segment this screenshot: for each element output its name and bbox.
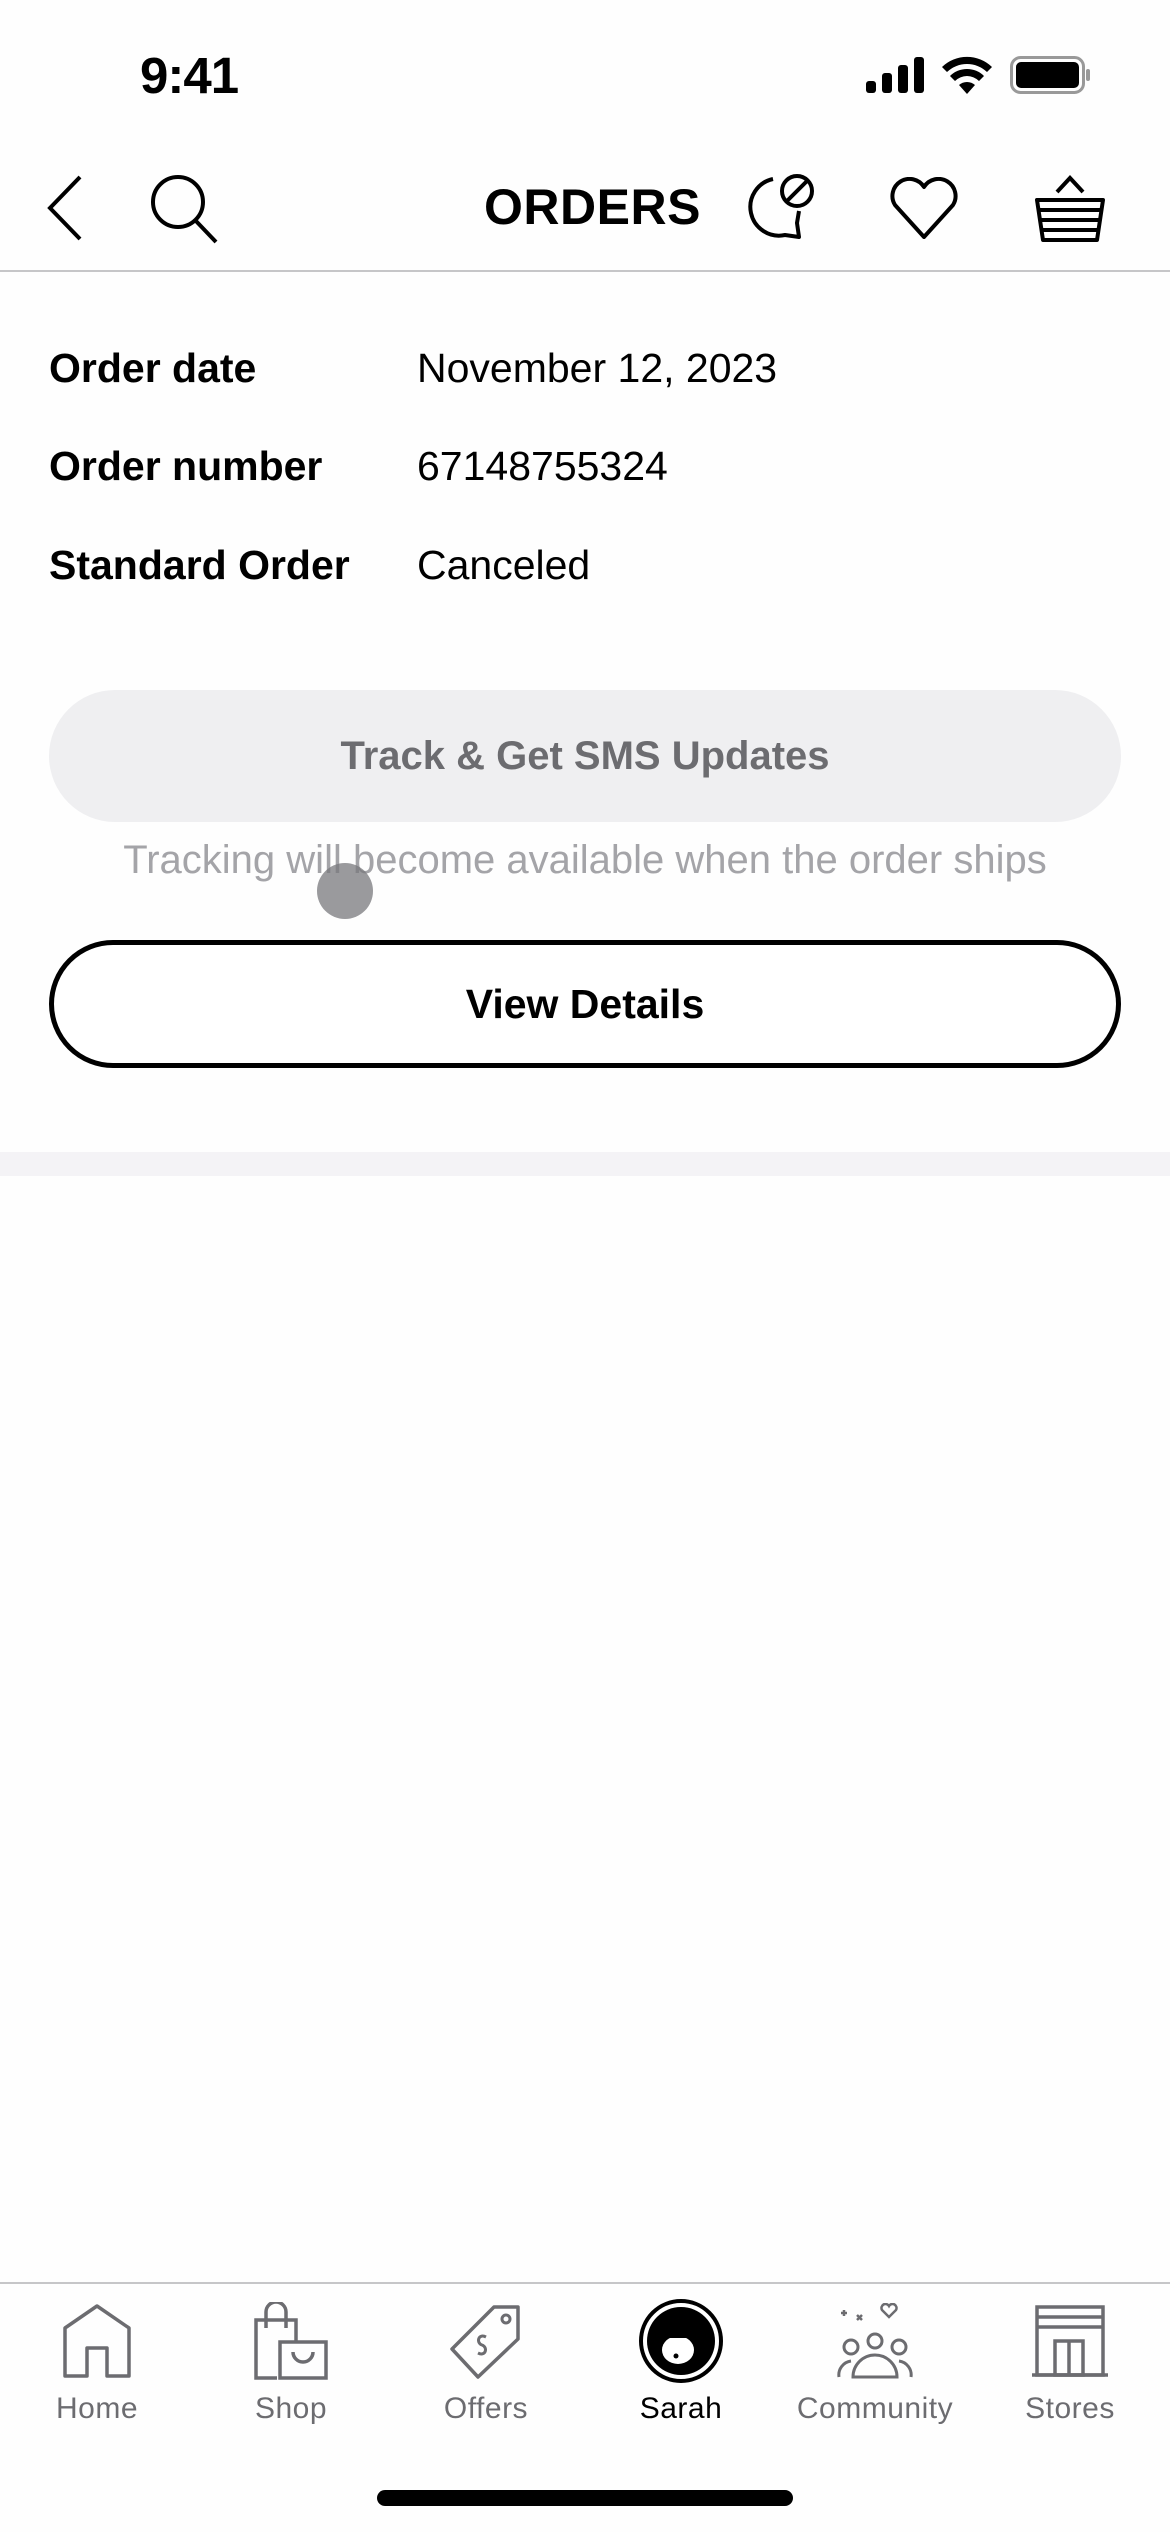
home-icon [62,2303,132,2383]
order-number-row: Order number 67148755324 [49,443,668,490]
status-bar: 9:41 [0,0,1170,150]
touch-indicator [317,863,373,919]
status-icons [866,56,1092,99]
tab-label: Shop [254,2392,328,2425]
tab-label: Home [55,2392,139,2425]
page-title: ORDERS [484,179,701,235]
tab-home[interactable]: Home [2,2298,192,2438]
community-icon [837,2302,913,2384]
order-date-label: Order date [49,345,257,391]
nav-header: ORDERS [0,150,1170,272]
track-sms-updates-button[interactable]: Track & Get SMS Updates [49,690,1121,822]
tracking-note: Tracking will become available when the … [123,838,1047,882]
tab-community[interactable]: Community [780,2298,970,2438]
storefront-icon [1032,2304,1108,2382]
order-status-value: Canceled [417,542,591,588]
search-button[interactable] [144,170,224,250]
view-details-button[interactable]: View Details [49,940,1121,1068]
tab-label: Community [796,2392,954,2425]
avatar-icon [638,2298,724,2389]
cellular-signal-icon [866,57,924,98]
search-icon [148,172,220,249]
price-tag-icon [450,2303,522,2384]
back-button[interactable] [26,170,106,250]
order-type-label: Standard Order [49,542,350,588]
tab-stores[interactable]: Stores [975,2298,1165,2438]
status-time: 9:41 [140,47,239,104]
order-date-row: Order date November 12, 2023 [49,345,777,392]
wishlist-button[interactable] [884,170,964,250]
shopping-bags-icon [253,2299,329,2385]
back-chevron-icon [46,175,86,246]
heart-icon [889,176,959,244]
chat-bubble-icon [741,173,815,248]
tab-profile[interactable]: Sarah [586,2298,776,2438]
section-separator [0,1152,1170,1176]
tab-label: Offers [443,2392,529,2425]
tab-offers[interactable]: Offers [391,2298,581,2438]
home-indicator[interactable] [377,2490,793,2506]
basket-icon [1035,174,1105,247]
tab-shop[interactable]: Shop [196,2298,386,2438]
wifi-icon [942,56,992,99]
tab-label: Sarah [639,2392,723,2425]
tab-label: Stores [1025,2392,1115,2425]
order-date-value: November 12, 2023 [417,345,778,391]
battery-icon [1010,56,1092,99]
chat-button[interactable] [738,170,818,250]
basket-button[interactable] [1030,170,1110,250]
order-number-label: Order number [49,443,323,489]
order-status-row: Standard Order Canceled [49,542,590,589]
order-number-value: 67148755324 [417,443,668,489]
